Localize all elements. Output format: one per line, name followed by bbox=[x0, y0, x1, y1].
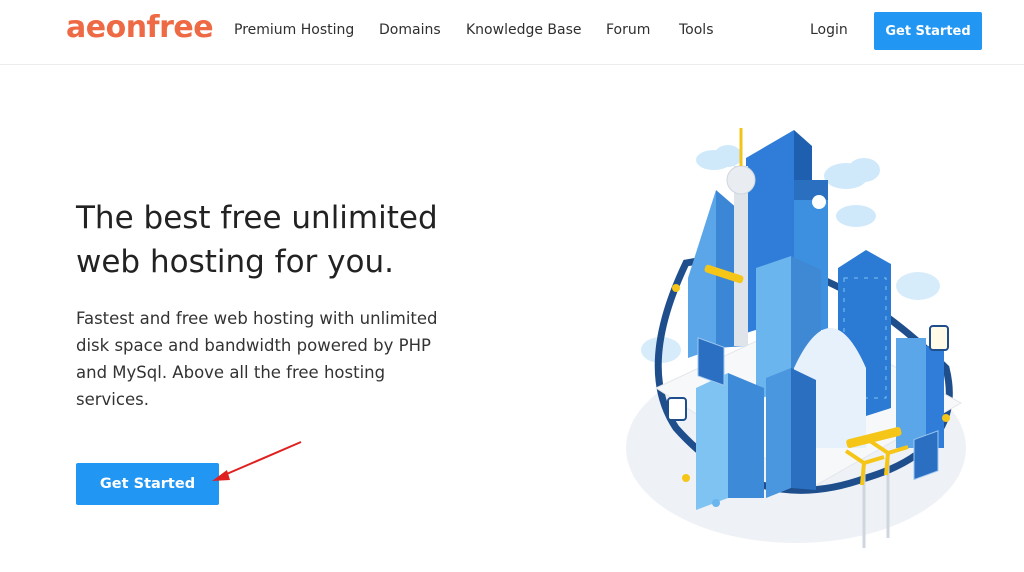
nav-domains[interactable]: Domains bbox=[379, 22, 441, 38]
red-annotation-arrow-icon bbox=[212, 441, 302, 481]
nav-knowledge-base[interactable]: Knowledge Base bbox=[466, 22, 582, 38]
hero-get-started-button[interactable]: Get Started bbox=[76, 463, 219, 505]
nav-tools[interactable]: Tools bbox=[679, 22, 714, 38]
hero-description: Fastest and free web hosting with unlimi… bbox=[76, 309, 438, 409]
city-illustration-icon bbox=[626, 128, 966, 548]
login-link[interactable]: Login bbox=[810, 22, 848, 38]
header-get-started-button[interactable]: Get Started bbox=[874, 12, 982, 50]
site-header: aeonfree Premium Hosting Domains Knowled… bbox=[0, 0, 1024, 65]
hero-title: The best free unlimited web hosting for … bbox=[76, 200, 438, 280]
nav-premium-hosting[interactable]: Premium Hosting bbox=[234, 22, 354, 38]
nav-forum[interactable]: Forum bbox=[606, 22, 650, 38]
logo[interactable]: aeonfree bbox=[66, 10, 214, 45]
